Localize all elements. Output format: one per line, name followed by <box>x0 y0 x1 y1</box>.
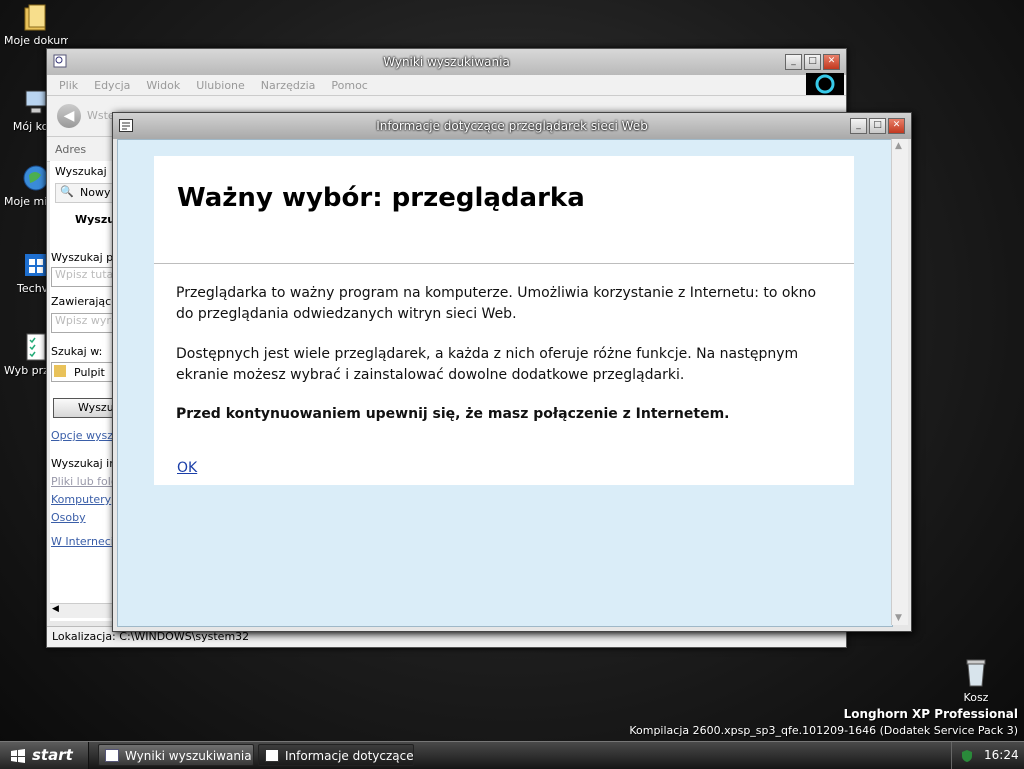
search-button[interactable]: Wyszuk <box>53 398 116 418</box>
taskbar-item-label: Wyniki wyszukiwania <box>125 749 252 763</box>
internet-link[interactable]: W Internecie <box>51 535 116 548</box>
contains-label: Zawierające t <box>51 295 116 308</box>
os-name: Longhorn XP Professional <box>843 707 1018 721</box>
search-other-label: Wyszukaj inn <box>51 457 116 470</box>
search-window-titlebar[interactable]: Wyniki wyszukiwania _ □ ✕ <box>47 49 846 75</box>
contains-input[interactable]: Wpisz wyraz <box>51 313 116 333</box>
scroll-down-icon[interactable]: ▼ <box>895 613 902 623</box>
file-name-label: Wyszukaj plik <box>51 251 116 264</box>
files-folders-link[interactable]: Pliki lub folde <box>51 475 116 488</box>
scroll-left-icon[interactable]: ◀ <box>52 604 59 614</box>
taskbar-item-label: Informacje dotyczące... <box>285 749 414 763</box>
internet-warning: Przed kontynuowaniem upewnij się, że mas… <box>176 406 730 422</box>
windows-flag-icon <box>11 749 25 763</box>
menu-view[interactable]: Widok <box>146 79 180 92</box>
dialog-title: Informacje dotyczące przeglądarek sieci … <box>376 119 648 133</box>
content-card: Ważny wybór: przeglądarka Przeglądarka t… <box>154 156 854 485</box>
menu-favorites[interactable]: Ulubione <box>196 79 245 92</box>
browser-info-dialog[interactable]: Informacje dotyczące przeglądarek sieci … <box>112 112 912 632</box>
magnifier-icon: 🔍 <box>60 185 74 198</box>
throbber <box>806 73 844 95</box>
dialog-titlebar[interactable]: Informacje dotyczące przeglądarek sieci … <box>113 113 911 139</box>
search-pane-title: Wyszuk <box>75 213 116 226</box>
clock[interactable]: 16:24 <box>984 742 1019 769</box>
maximize-button[interactable]: □ <box>804 54 821 70</box>
maximize-button[interactable]: □ <box>869 118 886 134</box>
os-build: Kompilacja 2600.xpsp_sp3_qfe.101209-1646… <box>629 724 1018 737</box>
minimize-button[interactable]: _ <box>850 118 867 134</box>
paragraph-1: Przeglądarka to ważny program na kompute… <box>176 285 817 322</box>
vertical-scrollbar[interactable]: ▲ ▼ <box>891 139 908 625</box>
system-tray: 16:24 <box>951 742 1024 769</box>
close-button[interactable]: ✕ <box>823 54 840 70</box>
folder-icon <box>54 365 66 377</box>
minimize-button[interactable]: _ <box>785 54 802 70</box>
search-window-menubar: Plik Edycja Widok Ulubione Narzędzia Pom… <box>47 75 846 96</box>
computers-link[interactable]: Komputery <box>51 493 111 506</box>
recycle-bin[interactable]: Kosz <box>950 656 1002 704</box>
paragraph-2: Dostępnych jest wiele przeglądarek, a ka… <box>176 346 799 383</box>
taskbar-item-dialog[interactable]: Informacje dotyczące... <box>258 744 414 766</box>
menu-help[interactable]: Pomoc <box>331 79 367 92</box>
throbber-ring-icon <box>815 74 835 94</box>
taskbar-item-search[interactable]: Wyniki wyszukiwania <box>98 744 254 766</box>
new-button-label: Nowy <box>80 186 111 199</box>
look-in-label: Szukaj w: <box>51 345 103 358</box>
people-link[interactable]: Osoby <box>51 511 86 524</box>
dialog-window-icon <box>265 749 279 762</box>
menu-file[interactable]: Plik <box>59 79 78 92</box>
search-window-icon <box>105 749 119 762</box>
file-name-input[interactable]: Wpisz tutaj n <box>51 267 116 287</box>
security-shield-icon[interactable] <box>960 749 974 763</box>
menu-edit[interactable]: Edycja <box>94 79 130 92</box>
search-left-pane: Wyszukaj 🔍 Nowy Wyszuk Wyszukaj plik Wpi… <box>50 161 116 621</box>
back-arrow-icon[interactable]: ◀ <box>57 104 81 128</box>
dialog-content: Ważny wybór: przeglądarka Przeglądarka t… <box>117 139 893 627</box>
taskbar: start Wyniki wyszukiwania Informacje dot… <box>0 741 1024 769</box>
look-in-value: Pulpit <box>74 366 105 379</box>
recycle-bin-icon <box>966 659 986 687</box>
look-in-select[interactable]: Pulpit <box>51 362 116 382</box>
close-button[interactable]: ✕ <box>888 118 905 134</box>
desktop-icon-my-documents[interactable]: Moje dokume <box>4 2 68 47</box>
page-heading: Ważny wybór: przeglądarka <box>177 183 585 213</box>
heading-divider <box>154 263 854 264</box>
desktop-icon-label: Moje dokume <box>4 34 68 47</box>
horizontal-scrollbar[interactable]: ◀ <box>50 603 116 618</box>
search-header: Wyszukaj <box>55 165 107 178</box>
folder-icon <box>21 2 51 32</box>
start-button[interactable]: start <box>0 742 89 769</box>
menu-tools[interactable]: Narzędzia <box>261 79 316 92</box>
search-options-link[interactable]: Opcje wyszuk <box>51 429 116 442</box>
ok-link[interactable]: OK <box>177 460 197 476</box>
recycle-bin-label: Kosz <box>963 691 989 704</box>
new-search-button[interactable]: 🔍 Nowy <box>55 183 116 203</box>
start-label: start <box>32 746 73 764</box>
search-window-title: Wyniki wyszukiwania <box>383 55 510 69</box>
scroll-up-icon[interactable]: ▲ <box>895 141 902 151</box>
address-label: Adres <box>55 142 87 156</box>
os-branding: Longhorn XP Professional Kompilacja 2600… <box>629 707 1018 737</box>
